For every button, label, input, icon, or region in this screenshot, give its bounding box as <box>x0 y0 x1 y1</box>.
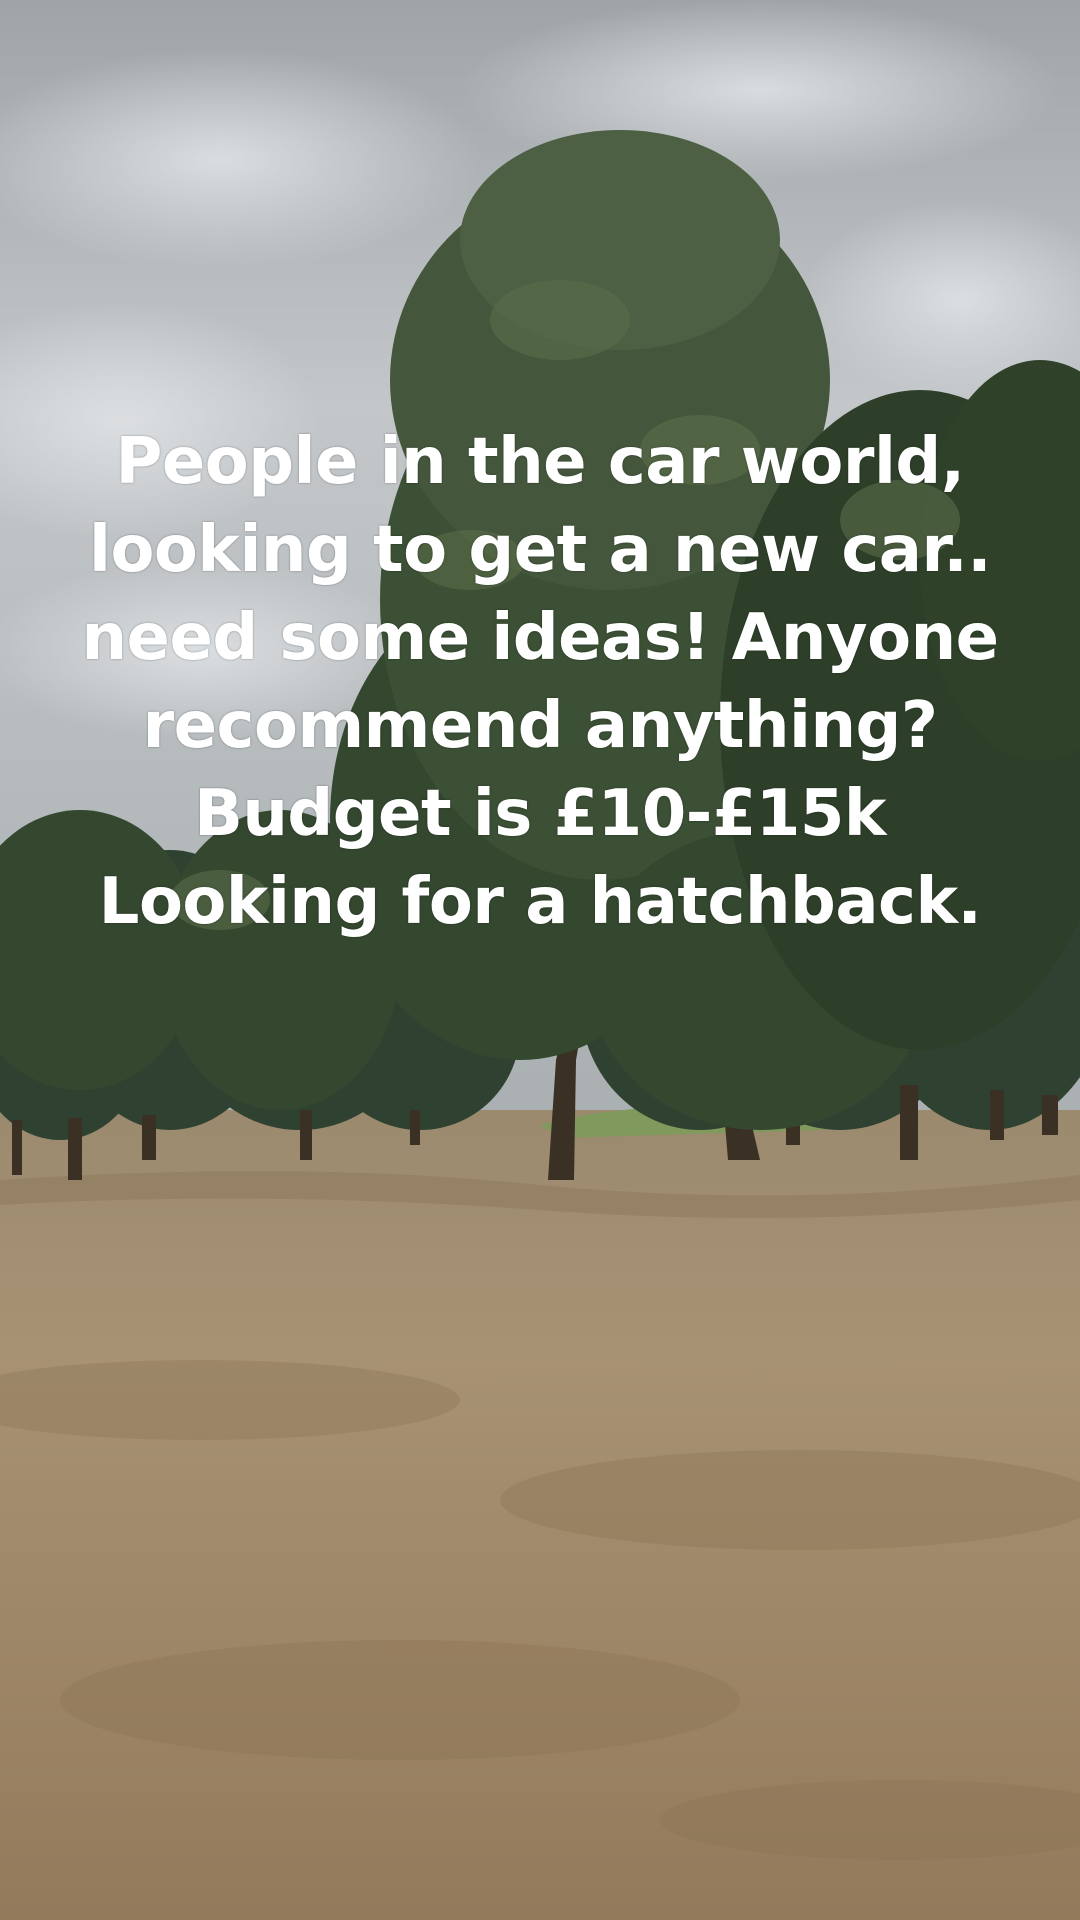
caption-line: need some ideas! Anyone <box>81 601 999 675</box>
park-background <box>0 0 1080 1920</box>
caption-text: People in the car world, looking to get … <box>0 418 1080 946</box>
caption-line: Budget is £10-£15k <box>194 777 886 851</box>
caption-line: recommend anything? <box>142 689 938 763</box>
caption-line: People in the car world, <box>115 425 965 499</box>
video-frame: People in the car world, looking to get … <box>0 0 1080 1920</box>
caption-line: looking to get a new car.. <box>89 513 992 587</box>
caption-line: Looking for a hatchback. <box>98 865 982 939</box>
